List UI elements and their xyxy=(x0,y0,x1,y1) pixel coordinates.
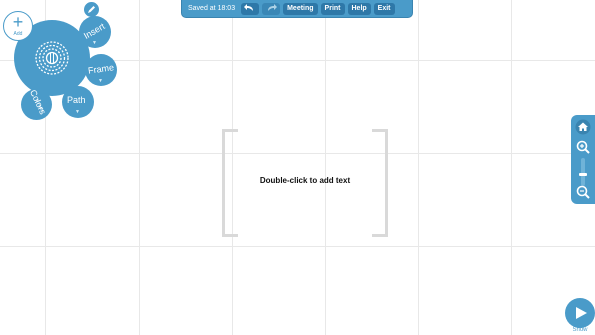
plus-icon: + xyxy=(12,12,24,32)
frame-bubble[interactable]: Frame ▼ xyxy=(85,54,117,86)
saved-status: Saved at 18:03 xyxy=(188,5,236,12)
chevron-down-icon: ▼ xyxy=(98,78,103,84)
fingerprint-icon xyxy=(35,41,69,75)
show-label: Show xyxy=(572,327,588,333)
grid-line xyxy=(325,0,326,335)
undo-icon xyxy=(244,4,254,11)
add-label: Add xyxy=(13,31,23,37)
zoom-slider-track[interactable] xyxy=(581,158,585,186)
chevron-down-icon: ▼ xyxy=(75,109,80,115)
play-icon xyxy=(576,307,587,319)
grid-line xyxy=(0,246,595,247)
home-icon[interactable] xyxy=(575,119,591,135)
meeting-button[interactable]: Meeting xyxy=(283,2,318,15)
chevron-down-icon: ▼ xyxy=(92,40,97,46)
grid-line xyxy=(0,153,595,154)
grid-line xyxy=(418,0,419,335)
pen-icon xyxy=(88,6,95,13)
redo-icon xyxy=(268,4,278,11)
add-button[interactable]: + Add xyxy=(3,11,33,41)
undo-button[interactable] xyxy=(241,2,260,15)
path-bubble[interactable]: Path ▼ xyxy=(62,86,94,118)
insert-label: Insert xyxy=(82,21,107,41)
grid-line xyxy=(511,0,512,335)
zoom-out-icon[interactable] xyxy=(575,184,591,200)
zoom-panel xyxy=(571,115,595,204)
show-button[interactable] xyxy=(565,298,595,328)
colors-bubble[interactable]: Colors & Fonts xyxy=(21,88,52,120)
zoom-in-icon[interactable] xyxy=(575,139,591,155)
text-placeholder[interactable]: Double-click to add text xyxy=(222,176,388,185)
grid-line xyxy=(139,0,140,335)
pen-bubble[interactable] xyxy=(84,2,99,17)
help-button[interactable]: Help xyxy=(347,2,371,15)
print-button[interactable]: Print xyxy=(320,2,345,15)
frame-label: Frame xyxy=(87,62,115,76)
exit-button[interactable]: Exit xyxy=(373,2,395,15)
zoom-slider-thumb[interactable] xyxy=(579,173,587,176)
path-label: Path xyxy=(67,95,86,105)
redo-button[interactable] xyxy=(262,2,281,15)
insert-bubble[interactable]: Insert ▼ xyxy=(79,16,111,48)
top-toolbar: Saved at 18:03 Meeting Print Help Exit xyxy=(181,0,413,18)
